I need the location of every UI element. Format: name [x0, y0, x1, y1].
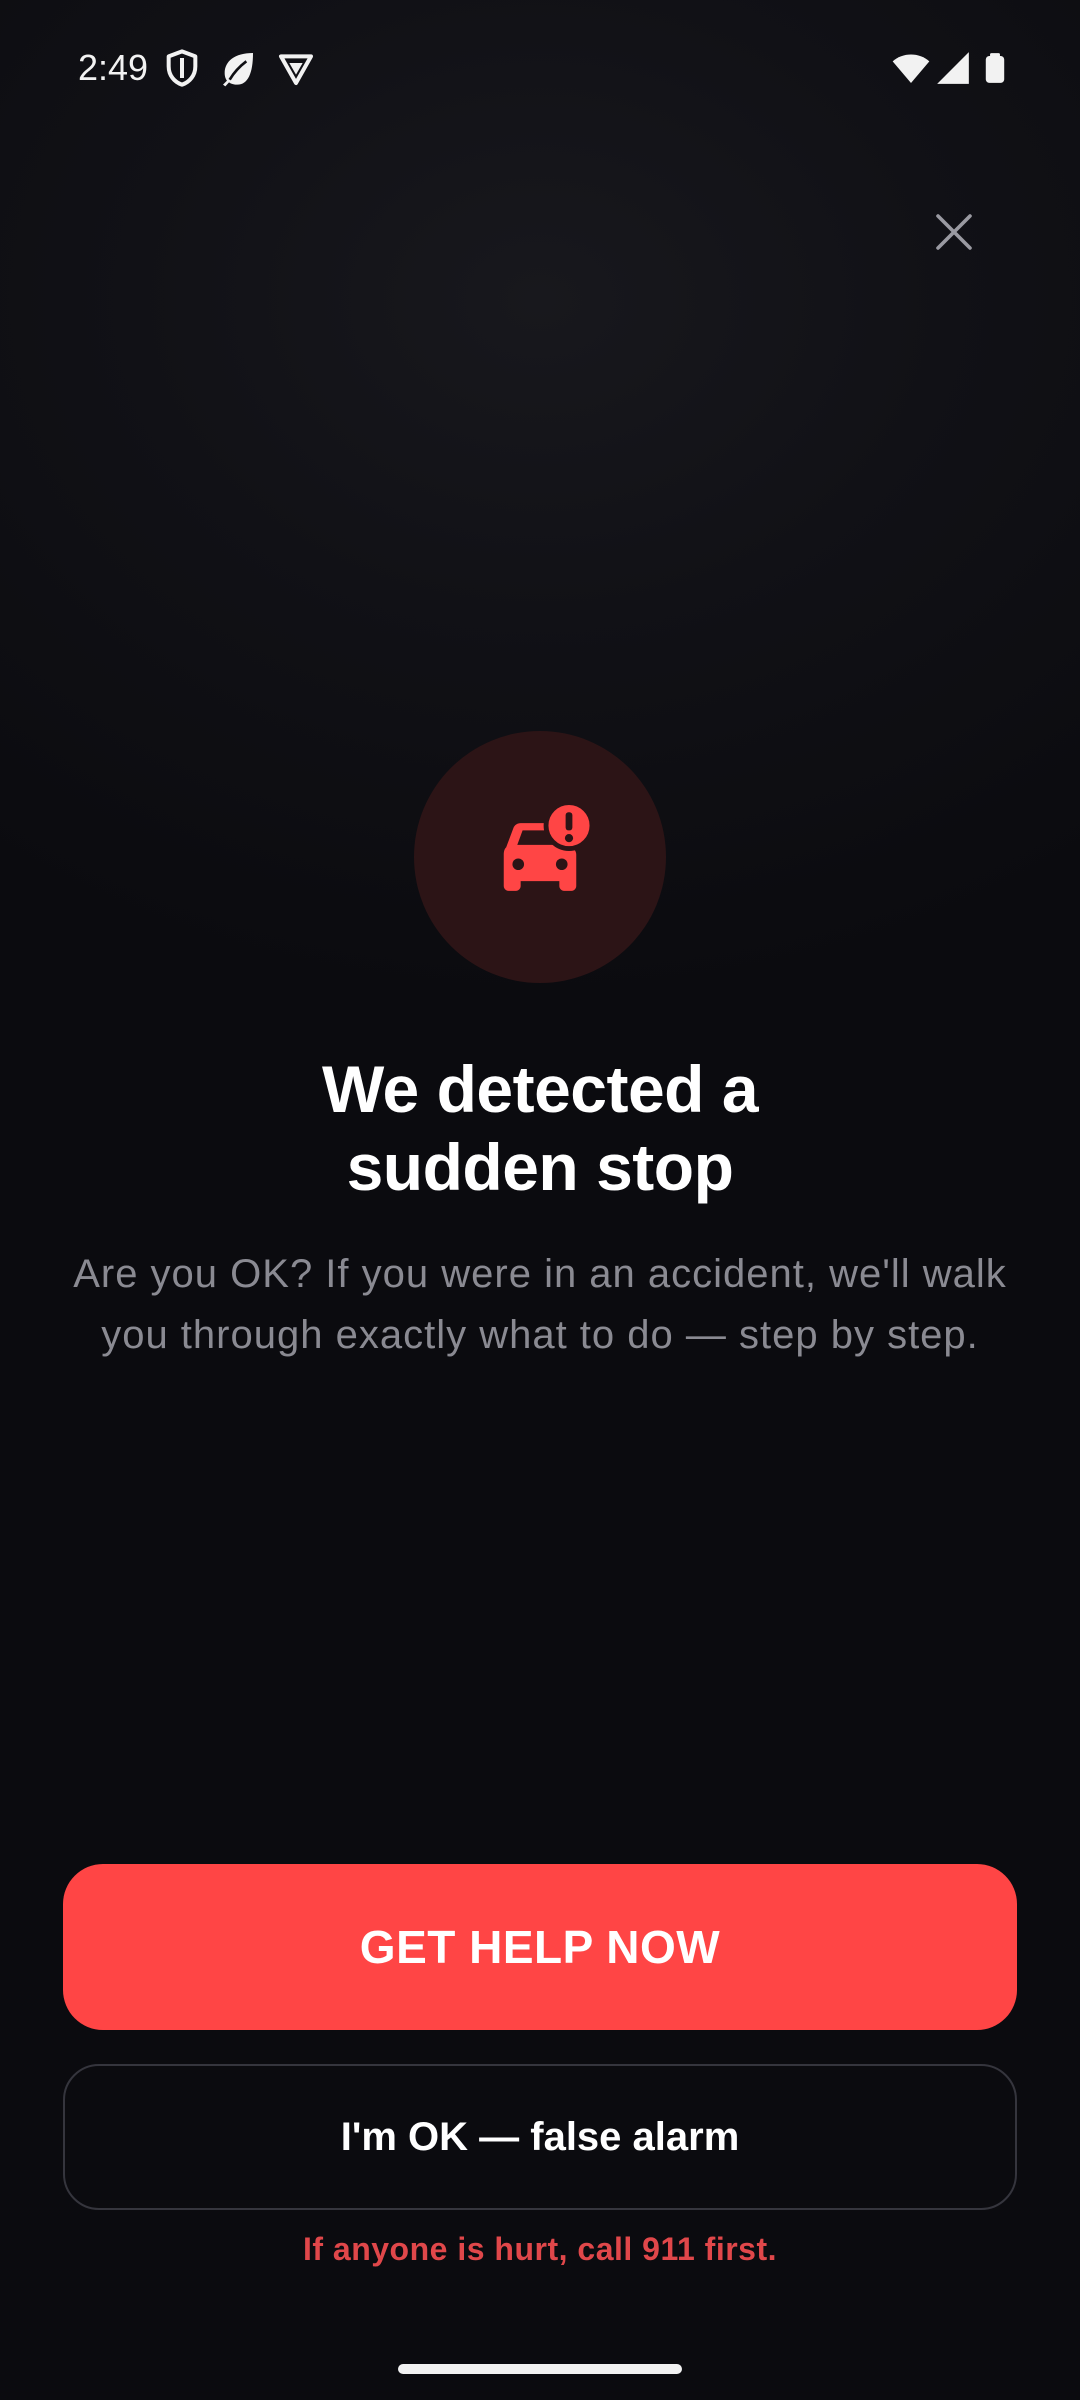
- false-alarm-label: I'm OK — false alarm: [340, 2114, 740, 2159]
- leaf-icon: [218, 48, 258, 88]
- get-help-now-label: GET HELP NOW: [359, 1921, 721, 1973]
- close-icon: [936, 214, 972, 250]
- page-title-line-1: We detected a: [321, 1052, 759, 1126]
- status-time: 2:49: [78, 47, 149, 88]
- emergency-warning: If anyone is hurt, call 911 first.: [302, 2231, 778, 2267]
- crash-detection-screen: 2:49 We detected a sudden stop Are you O…: [0, 0, 1080, 2400]
- cell-signal-icon: [934, 48, 972, 88]
- home-indicator[interactable]: [398, 2364, 682, 2374]
- get-help-now-button[interactable]: GET HELP NOW: [63, 1864, 1017, 2030]
- page-title-line-2: sudden stop: [346, 1130, 734, 1204]
- alert-icon-circle: [414, 731, 666, 983]
- false-alarm-button[interactable]: I'm OK — false alarm: [63, 2064, 1017, 2210]
- description-text: Are you OK? If you were in an accident, …: [73, 1252, 1007, 1357]
- car-alert-icon: [503, 800, 595, 891]
- page-title: We detected a sudden stop: [60, 1050, 1020, 1206]
- vpn-badge-icon: [276, 48, 316, 88]
- wifi-icon: [890, 48, 932, 88]
- status-bar: 2:49: [0, 0, 1080, 136]
- battery-icon: [978, 48, 1012, 88]
- shield-icon: [162, 48, 202, 88]
- close-button[interactable]: [918, 196, 990, 268]
